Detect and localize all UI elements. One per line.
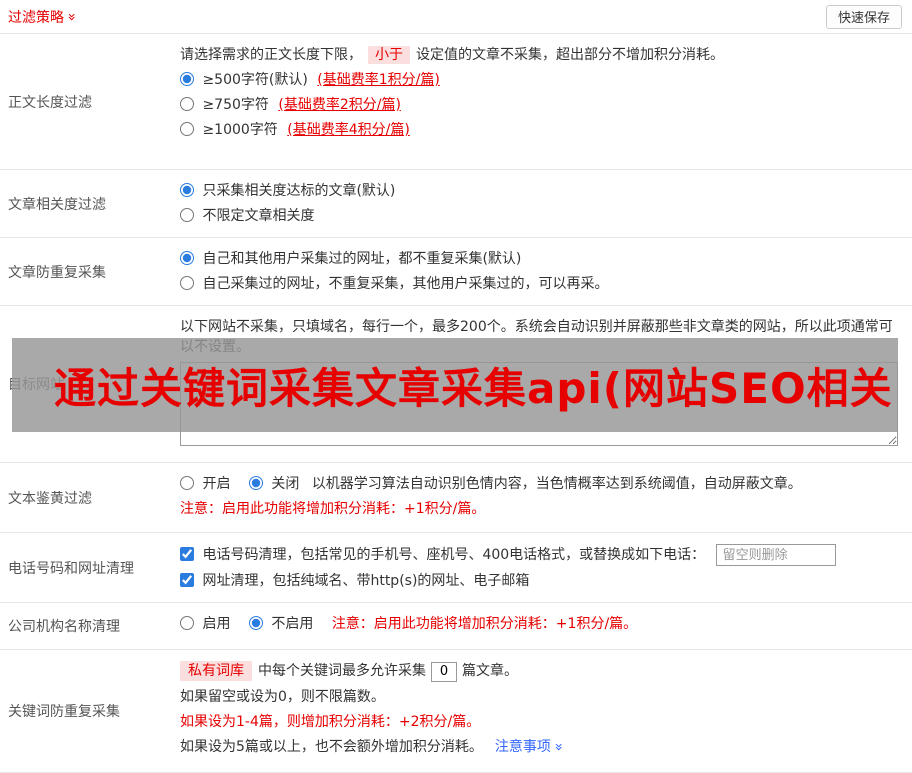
- length-option-1000[interactable]: ≥1000字符 (基础费率4积分/篇): [180, 122, 410, 138]
- topbar: 过滤策略 » 快速保存: [0, 0, 912, 34]
- dedupe-option-all-users-text: 自己和其他用户采集过的网址，都不重复采集(默认): [202, 251, 522, 267]
- row-porn-filter: 文本鉴黄过滤 开启 关闭 以机器学习算法自动识别色情内容，当色情概率达到系统阈值…: [0, 463, 912, 533]
- length-option-500-fee: (基础费率1积分/篇): [317, 72, 440, 88]
- keyword-line2: 如果留空或设为0，则不限篇数。: [180, 688, 385, 705]
- length-intro: 请选择需求的正文长度下限， 小于 设定值的文章不采集，超出部分不增加积分消耗。: [180, 45, 900, 65]
- length-option-500[interactable]: ≥500字符(默认) (基础费率1积分/篇): [180, 72, 440, 88]
- company-cleanup-label: 公司机构名称清理: [8, 619, 120, 635]
- private-lexicon-tag: 私有词库: [180, 661, 252, 681]
- porn-radio-on[interactable]: [180, 476, 194, 490]
- length-filter-label: 正文长度过滤: [8, 94, 92, 111]
- watermark-text: 通过关键词采集文章采集api(网站SEO相关: [54, 363, 893, 413]
- relevance-option-any[interactable]: 不限定文章相关度: [180, 208, 314, 224]
- dedupe-radio-self-only[interactable]: [180, 276, 194, 290]
- keyword-line4: 如果设为5篇或以上，也不会额外增加积分消耗。: [180, 738, 483, 755]
- row-phone-url-cleanup: 电话号码和网址清理 电话号码清理，包括常见的手机号、座机号、400电话格式，或替…: [0, 533, 912, 603]
- length-radio-500[interactable]: [180, 72, 194, 86]
- less-than-highlight: 小于: [368, 46, 410, 64]
- replacement-phone-input[interactable]: [715, 544, 836, 566]
- length-option-1000-fee: (基础费率4积分/篇): [287, 122, 410, 138]
- relevance-option-strict-text: 只采集相关度达标的文章(默认): [202, 183, 396, 199]
- chevron-down-icon: »: [550, 742, 567, 751]
- porn-option-off[interactable]: 关闭: [248, 476, 304, 492]
- porn-option-on-text: 开启: [202, 476, 231, 492]
- row-length-filter: 正文长度过滤 请选择需求的正文长度下限， 小于 设定值的文章不采集，超出部分不增加积…: [0, 34, 912, 170]
- company-option-off[interactable]: 不启用: [248, 616, 318, 632]
- page-title-text: 过滤策略: [8, 9, 64, 26]
- porn-option-on[interactable]: 开启: [180, 476, 235, 492]
- quick-save-button[interactable]: 快速保存: [825, 4, 902, 29]
- length-option-1000-text: ≥1000字符: [202, 122, 278, 138]
- company-radio-off[interactable]: [248, 616, 263, 630]
- porn-filter-desc: 以机器学习算法自动识别色情内容，当色情概率达到系统阈值，自动屏蔽文章。: [311, 476, 802, 492]
- dedupe-option-all-users[interactable]: 自己和其他用户采集过的网址，都不重复采集(默认): [180, 251, 521, 267]
- length-radio-750[interactable]: [180, 97, 194, 111]
- company-radio-on[interactable]: [180, 616, 194, 630]
- relevance-option-strict[interactable]: 只采集相关度达标的文章(默认): [180, 183, 395, 199]
- company-option-on[interactable]: 启用: [180, 616, 235, 632]
- dedupe-filter-label: 文章防重复采集: [8, 264, 106, 281]
- length-option-500-text: ≥500字符(默认): [202, 72, 308, 88]
- dedupe-option-self-only-text: 自己采集过的网址，不重复采集，其他用户采集过的，可以再采。: [202, 276, 609, 292]
- porn-radio-off[interactable]: [248, 476, 263, 490]
- company-cleanup-note: 注意：启用此功能将增加积分消耗：+1积分/篇。: [331, 616, 638, 632]
- row-dedupe-filter: 文章防重复采集 自己和其他用户采集过的网址，都不重复采集(默认) 自己采集过的网…: [0, 238, 912, 306]
- company-option-on-text: 启用: [202, 616, 231, 632]
- url-cleanup-option[interactable]: 网址清理，包括纯域名、带http(s)的网址、电子邮箱: [180, 573, 529, 589]
- dedupe-option-self-only[interactable]: 自己采集过的网址，不重复采集，其他用户采集过的，可以再采。: [180, 276, 608, 292]
- dedupe-radio-all-users[interactable]: [180, 251, 194, 265]
- keyword-line3: 如果设为1-4篇，则增加积分消耗：+2积分/篇。: [180, 713, 481, 730]
- relevance-radio-strict[interactable]: [180, 183, 194, 197]
- url-cleanup-text: 网址清理，包括纯域名、带http(s)的网址、电子邮箱: [202, 573, 530, 589]
- page-title[interactable]: 过滤策略 »: [8, 7, 80, 27]
- row-keyword-dedupe: 关键词防重复采集 私有词库中每个关键词最多允许采集 篇文章。 如果留空或设为0，则…: [0, 650, 912, 773]
- porn-filter-note: 注意：启用此功能将增加积分消耗：+1积分/篇。: [180, 501, 486, 517]
- length-option-750-fee: (基础费率2积分/篇): [278, 97, 401, 113]
- notice-link[interactable]: 注意事项»: [494, 738, 567, 755]
- length-intro-before: 请选择需求的正文长度下限，: [180, 47, 362, 63]
- length-option-750[interactable]: ≥750字符 (基础费率2积分/篇): [180, 97, 401, 113]
- length-radio-1000[interactable]: [180, 122, 194, 136]
- row-relevance-filter: 文章相关度过滤 只采集相关度达标的文章(默认) 不限定文章相关度: [0, 170, 912, 238]
- relevance-filter-label: 文章相关度过滤: [8, 196, 106, 213]
- porn-filter-label: 文本鉴黄过滤: [8, 490, 92, 507]
- phone-cleanup-checkbox[interactable]: [180, 546, 194, 561]
- phone-cleanup-text: 电话号码清理，包括常见的手机号、座机号、400电话格式，或替换成如下电话：: [202, 546, 706, 563]
- company-option-off-text: 不启用: [271, 616, 314, 632]
- relevance-option-any-text: 不限定文章相关度: [202, 208, 315, 224]
- url-cleanup-checkbox[interactable]: [180, 573, 194, 587]
- keyword-dedupe-label: 关键词防重复采集: [8, 704, 120, 720]
- watermark-overlay: 通过关键词采集文章采集api(网站SEO相关: [12, 338, 898, 432]
- keyword-line1-mid: 中每个关键词最多允许采集: [258, 663, 426, 679]
- length-intro-after: 设定值的文章不采集，超出部分不增加积分消耗。: [416, 47, 724, 63]
- length-option-750-text: ≥750字符: [202, 97, 269, 113]
- keyword-count-input[interactable]: [431, 661, 457, 682]
- keyword-line1-end: 篇文章。: [462, 663, 518, 679]
- row-company-cleanup: 公司机构名称清理 启用 不启用 注意：启用此功能将增加积分消耗：+1积分/篇。: [0, 603, 912, 650]
- phone-cleanup-option[interactable]: 电话号码清理，包括常见的手机号、座机号、400电话格式，或替换成如下电话：: [180, 546, 710, 563]
- phone-url-cleanup-label: 电话号码和网址清理: [8, 560, 134, 577]
- porn-option-off-text: 关闭: [271, 476, 300, 492]
- relevance-radio-any[interactable]: [180, 208, 194, 222]
- notice-link-text: 注意事项: [494, 738, 551, 755]
- chevron-down-icon: »: [63, 12, 80, 21]
